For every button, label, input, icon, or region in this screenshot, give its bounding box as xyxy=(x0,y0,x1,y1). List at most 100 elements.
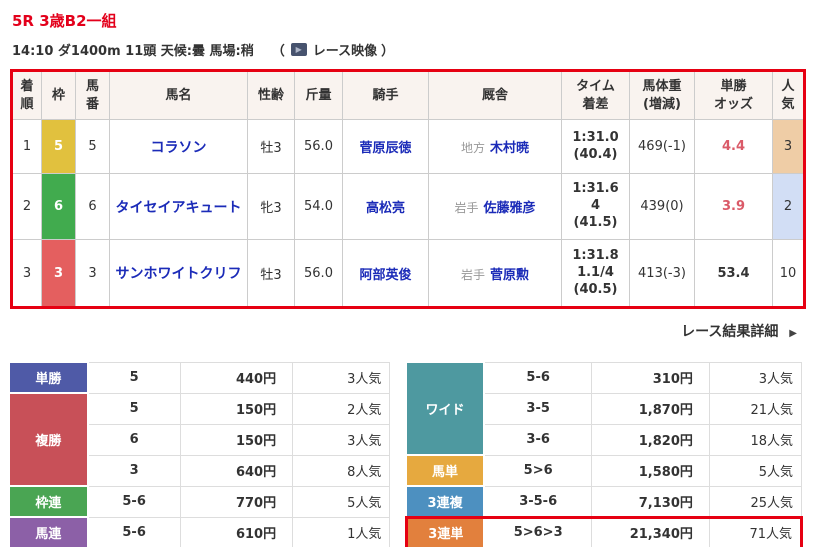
margin: 4 xyxy=(564,198,627,215)
race-results-table: 着順 枠 馬番 馬名 性齢 斤量 騎手 厩舎 タイム着差 馬体重(増減) 単勝オ… xyxy=(10,69,806,309)
last-3f: (41.5) xyxy=(564,215,627,232)
jockey-link[interactable]: 阿部英俊 xyxy=(359,268,411,283)
payout-amount: 150円 xyxy=(180,424,293,455)
stable-cell: 岩手菅原勲 xyxy=(429,240,562,308)
horse-name-cell: コラソン xyxy=(110,120,248,174)
bet-type-place: 複勝 xyxy=(10,393,88,486)
margin: 1.1/4 xyxy=(564,265,627,282)
weight-carried: 56.0 xyxy=(295,240,343,308)
col-sex-age: 性齢 xyxy=(248,71,295,120)
payout-popularity: 21人気 xyxy=(709,393,801,424)
horse-number: 6 xyxy=(76,174,110,240)
trainer-link[interactable]: 菅原勲 xyxy=(490,268,529,283)
bet-type-trifecta: 3連単 xyxy=(407,517,484,547)
detail-link-row: レース結果詳細 ▶ xyxy=(10,321,803,341)
finish-position: 3 xyxy=(12,240,42,308)
payout-amount: 1,870円 xyxy=(592,393,710,424)
jockey-link[interactable]: 菅原辰徳 xyxy=(359,141,411,156)
horse-name-cell: タイセイアキュート xyxy=(110,174,248,240)
payout-table-left: 単勝 5 440円 3人気 複勝 5 150円 2人気 6 150円 3人気 3… xyxy=(10,361,390,547)
horse-name-cell: サンホワイトクリフ xyxy=(110,240,248,308)
payout-popularity: 3人気 xyxy=(293,362,390,393)
col-bracket: 枠 xyxy=(42,71,76,120)
bet-type-trio: 3連複 xyxy=(407,486,484,517)
combination: 5-6 xyxy=(88,517,180,547)
race-conditions: 14:10 ダ1400m 11頭 天候:曇 馬場:稍 xyxy=(12,40,254,59)
race-result-detail-link[interactable]: レース結果詳細 ▶ xyxy=(681,324,797,340)
race-result-page: 5R 3歳B2一組 14:10 ダ1400m 11頭 天候:曇 馬場:稍 （ ▶… xyxy=(0,0,813,547)
bet-type-wide: ワイド xyxy=(407,362,484,455)
result-row-1: 1 5 5 コラソン 牡3 56.0 菅原辰徳 地方木村暁 1:31.0(40.… xyxy=(12,120,805,174)
horse-name-link[interactable]: サンホワイトクリフ xyxy=(116,266,242,282)
bet-type-bracket-quinella: 枠連 xyxy=(10,486,88,517)
horse-number: 5 xyxy=(76,120,110,174)
payout-popularity: 5人気 xyxy=(293,486,390,517)
col-weight-carried: 斤量 xyxy=(295,71,343,120)
bracket-badge: 3 xyxy=(42,240,76,308)
finish-position: 1 xyxy=(12,120,42,174)
col-horse-number: 馬番 xyxy=(76,71,110,120)
horse-name-link[interactable]: コラソン xyxy=(151,140,207,156)
bet-type-quinella: 馬連 xyxy=(10,517,88,547)
stable-region: 岩手 xyxy=(461,268,485,282)
trainer-link[interactable]: 佐藤雅彦 xyxy=(484,201,536,216)
horse-weight: 413(-3) xyxy=(630,240,695,308)
race-video-link[interactable]: レース映像 xyxy=(313,40,377,59)
paren-close: ） xyxy=(381,40,394,59)
trainer-link[interactable]: 木村暁 xyxy=(490,141,529,156)
jockey-cell: 菅原辰徳 xyxy=(343,120,429,174)
col-horse-name: 馬名 xyxy=(110,71,248,120)
payout-amount: 640円 xyxy=(180,455,293,486)
payout-amount: 1,580円 xyxy=(592,455,710,486)
payout-amount: 7,130円 xyxy=(592,486,710,517)
horse-weight: 439(0) xyxy=(630,174,695,240)
paren-open: （ xyxy=(272,40,285,59)
time-margin-cell: 1:31.81.1/4(40.5) xyxy=(562,240,630,308)
payout-amount: 310円 xyxy=(592,362,710,393)
payout-amount: 150円 xyxy=(180,393,293,424)
horse-number: 3 xyxy=(76,240,110,308)
sex-age: 牡3 xyxy=(248,240,295,308)
payout-popularity: 71人気 xyxy=(709,517,801,547)
payout-amount: 440円 xyxy=(180,362,293,393)
results-header-row: 着順 枠 馬番 馬名 性齢 斤量 騎手 厩舎 タイム着差 馬体重(増減) 単勝オ… xyxy=(12,71,805,120)
popularity-badge: 10 xyxy=(773,240,805,308)
combination: 6 xyxy=(88,424,180,455)
combination: 3-5-6 xyxy=(484,486,591,517)
result-row-2: 2 6 6 タイセイアキュート 牝3 54.0 高松亮 岩手佐藤雅彦 1:31.… xyxy=(12,174,805,240)
time-margin-cell: 1:31.0(40.4) xyxy=(562,120,630,174)
stable-region: 地方 xyxy=(461,141,485,155)
payout-popularity: 25人気 xyxy=(709,486,801,517)
combination: 3-5 xyxy=(484,393,591,424)
payout-popularity: 5人気 xyxy=(709,455,801,486)
last-3f: (40.5) xyxy=(564,282,627,299)
combination: 5>6 xyxy=(484,455,591,486)
popularity-badge: 3 xyxy=(773,120,805,174)
payout-popularity: 3人気 xyxy=(709,362,801,393)
payout-section: 単勝 5 440円 3人気 複勝 5 150円 2人気 6 150円 3人気 3… xyxy=(10,361,803,547)
horse-weight: 469(-1) xyxy=(630,120,695,174)
bracket-badge: 6 xyxy=(42,174,76,240)
weight-carried: 54.0 xyxy=(295,174,343,240)
finish-time: 1:31.6 xyxy=(564,181,627,198)
payout-amount: 610円 xyxy=(180,517,293,547)
popularity-badge: 2 xyxy=(773,174,805,240)
jockey-link[interactable]: 高松亮 xyxy=(366,201,405,216)
payout-row-sanrentan-highlighted: 3連単 5>6>3 21,340円 71人気 xyxy=(407,517,802,547)
time-margin-cell: 1:31.64(41.5) xyxy=(562,174,630,240)
horse-name-link[interactable]: タイセイアキュート xyxy=(116,200,242,216)
combination: 5>6>3 xyxy=(484,517,591,547)
payout-row-umatan: 馬単 5>6 1,580円 5人気 xyxy=(407,455,802,486)
payout-row-tansho: 単勝 5 440円 3人気 xyxy=(10,362,390,393)
right-triangle-icon: ▶ xyxy=(789,328,797,339)
stable-region: 岩手 xyxy=(454,201,478,215)
jockey-cell: 高松亮 xyxy=(343,174,429,240)
detail-link-label: レース結果詳細 xyxy=(681,324,778,340)
stable-cell: 地方木村暁 xyxy=(429,120,562,174)
win-odds: 3.9 xyxy=(695,174,773,240)
payout-row-wakuren: 枠連 5-6 770円 5人気 xyxy=(10,486,390,517)
race-info-line: 14:10 ダ1400m 11頭 天候:曇 馬場:稍 （ ▶ レース映像 ） xyxy=(12,40,803,59)
payout-row-fukusho-1: 複勝 5 150円 2人気 xyxy=(10,393,390,424)
combination: 3-6 xyxy=(484,424,591,455)
weight-carried: 56.0 xyxy=(295,120,343,174)
